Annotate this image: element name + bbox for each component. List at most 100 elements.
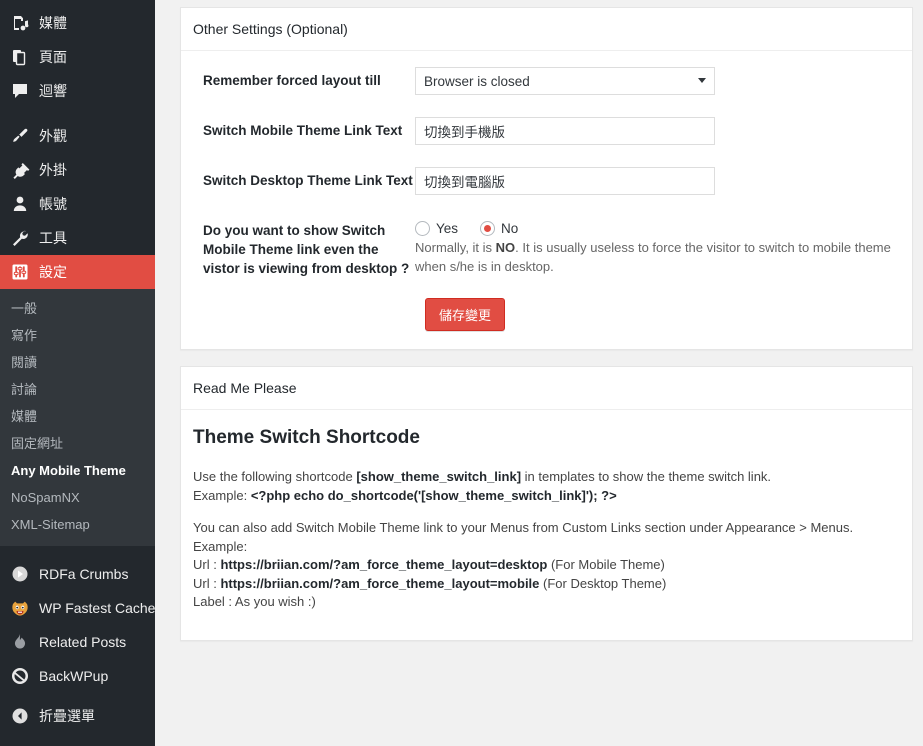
settings-submenu: 一般 寫作 閱讀 討論 媒體 固定網址 Any Mobile Theme NoS… bbox=[0, 289, 155, 546]
remember-layout-label: Remember forced layout till bbox=[203, 73, 381, 88]
sidebar-item-wp-fastest-cache[interactable]: WP Fastest Cache bbox=[0, 591, 155, 625]
play-circle-icon bbox=[10, 564, 30, 584]
comments-icon bbox=[10, 81, 30, 101]
sidebar-item-label: Related Posts bbox=[39, 634, 127, 650]
sidebar-separator-2 bbox=[0, 546, 155, 557]
shortcode-code: [show_theme_switch_link] bbox=[356, 469, 522, 484]
sidebar-group-admin: 外觀 外掛 帳號 工具 設定 bbox=[0, 119, 163, 289]
sidebar-item-appearance[interactable]: 外觀 bbox=[0, 119, 155, 153]
sidebar-item-label: 工具 bbox=[39, 230, 67, 246]
radio-no-label: No bbox=[501, 221, 519, 236]
media-icon bbox=[10, 13, 30, 33]
sidebar-group-content: 媒體 頁面 迴響 bbox=[0, 6, 155, 108]
mobile-link-text-label: Switch Mobile Theme Link Text bbox=[203, 123, 403, 138]
shortcode-text-a: Use the following shortcode bbox=[193, 469, 357, 484]
show-switch-link-label: Do you want to show Switch Mobile Theme … bbox=[203, 223, 410, 276]
backwpup-icon bbox=[10, 666, 30, 686]
show-switch-radio-group: Yes No bbox=[415, 217, 900, 236]
sidebar-item-pages[interactable]: 頁面 bbox=[0, 40, 155, 74]
collapse-menu-button[interactable]: 折疊選單 bbox=[0, 699, 155, 733]
appearance-brush-icon bbox=[10, 126, 30, 146]
submenu-item-permalinks[interactable]: 固定網址 bbox=[0, 430, 155, 457]
sidebar-item-media[interactable]: 媒體 bbox=[0, 6, 155, 40]
sidebar-item-label: WP Fastest Cache bbox=[39, 600, 156, 616]
form-row-show-switch-link: Do you want to show Switch Mobile Theme … bbox=[193, 215, 900, 278]
sidebar-item-rdfa-crumbs[interactable]: RDFa Crumbs bbox=[0, 557, 155, 591]
submenu-item-reading[interactable]: 閱讀 bbox=[0, 349, 155, 376]
plugins-plug-icon bbox=[10, 160, 30, 180]
sidebar-item-users[interactable]: 帳號 bbox=[0, 187, 155, 221]
shortcode-paragraph: Use the following shortcode [show_theme_… bbox=[193, 468, 900, 505]
submenu-item-general[interactable]: 一般 bbox=[0, 295, 155, 322]
sidebar-item-label: 媒體 bbox=[39, 15, 67, 31]
desc-bold: NO bbox=[495, 240, 516, 255]
collapse-menu-label: 折疊選單 bbox=[39, 708, 95, 724]
url-2-value: https://briian.com/?am_force_theme_layou… bbox=[220, 575, 540, 591]
radio-yes-label: Yes bbox=[436, 221, 459, 236]
tiger-icon bbox=[10, 598, 30, 618]
desc-part-1: Normally, it is bbox=[415, 240, 496, 255]
pages-icon bbox=[10, 47, 30, 67]
menus-paragraph: You can also add Switch Mobile Theme lin… bbox=[193, 519, 900, 612]
form-row-mobile-link-text: Switch Mobile Theme Link Text bbox=[193, 115, 900, 145]
admin-sidebar: 媒體 頁面 迴響 外觀 外掛 帳號 工具 設定 一般 寫作 閱讀 討論 媒體 固… bbox=[0, 0, 163, 746]
settings-sliders-icon bbox=[10, 262, 30, 282]
shortcode-text-b: in templates to show the theme switch li… bbox=[521, 469, 772, 484]
submenu-item-discussion[interactable]: 討論 bbox=[0, 376, 155, 403]
menus-text-line1: You can also add Switch Mobile Theme lin… bbox=[193, 520, 854, 535]
mobile-link-text-input[interactable] bbox=[415, 117, 715, 145]
sidebar-item-label: 迴響 bbox=[39, 83, 67, 99]
url-1-prefix: Url : bbox=[193, 557, 221, 572]
shortcode-example-code: <?php echo do_shortcode('[show_theme_swi… bbox=[250, 487, 617, 503]
menus-example-label: Example: bbox=[193, 538, 248, 554]
submenu-item-xml-sitemap[interactable]: XML-Sitemap bbox=[0, 511, 155, 538]
submenu-item-writing[interactable]: 寫作 bbox=[0, 322, 155, 349]
sidebar-item-label: 外掛 bbox=[39, 162, 67, 178]
sidebar-item-label: 設定 bbox=[39, 264, 67, 280]
url-1-value: https://briian.com/?am_force_theme_layou… bbox=[220, 557, 548, 572]
sidebar-group-plugins: RDFa Crumbs WP Fastest Cache Related Pos… bbox=[0, 557, 155, 693]
submenu-item-media[interactable]: 媒體 bbox=[0, 403, 155, 430]
flame-icon bbox=[10, 632, 30, 652]
sidebar-item-plugins[interactable]: 外掛 bbox=[0, 153, 155, 187]
sidebar-separator bbox=[0, 108, 155, 119]
other-settings-title: Other Settings (Optional) bbox=[181, 8, 912, 51]
sidebar-item-related-posts[interactable]: Related Posts bbox=[0, 625, 155, 659]
desktop-link-text-input[interactable] bbox=[415, 167, 715, 195]
sidebar-item-tools[interactable]: 工具 bbox=[0, 221, 155, 255]
sidebar-item-label: 帳號 bbox=[39, 196, 67, 212]
submenu-item-any-mobile-theme[interactable]: Any Mobile Theme bbox=[0, 457, 155, 484]
url-1-suffix: (For Mobile Theme) bbox=[547, 557, 665, 572]
sidebar-item-backwpup[interactable]: BackWPup bbox=[0, 659, 155, 693]
radio-option-yes[interactable]: Yes bbox=[415, 221, 458, 236]
url-2-prefix: Url : bbox=[193, 575, 221, 591]
sidebar-item-label: 頁面 bbox=[39, 49, 67, 65]
remember-layout-select[interactable]: Browser is closed bbox=[415, 67, 715, 95]
desktop-link-text-label: Switch Desktop Theme Link Text bbox=[203, 173, 413, 188]
form-row-remember-layout: Remember forced layout till Browser is c… bbox=[193, 65, 900, 95]
sidebar-item-comments[interactable]: 迴響 bbox=[0, 74, 155, 108]
main-content: Other Settings (Optional) Remember force… bbox=[155, 0, 923, 746]
radio-no-indicator[interactable] bbox=[480, 221, 496, 236]
other-settings-panel: Other Settings (Optional) Remember force… bbox=[180, 7, 913, 350]
sidebar-item-label: RDFa Crumbs bbox=[39, 566, 129, 582]
read-me-title: Read Me Please bbox=[181, 367, 912, 410]
collapse-arrow-icon bbox=[10, 706, 30, 726]
tools-wrench-icon bbox=[10, 228, 30, 248]
radio-option-no[interactable]: No bbox=[480, 221, 518, 236]
theme-switch-shortcode-heading: Theme Switch Shortcode bbox=[193, 427, 420, 448]
remember-layout-select-wrap: Browser is closed bbox=[415, 67, 715, 95]
form-row-desktop-link-text: Switch Desktop Theme Link Text bbox=[193, 165, 900, 195]
sidebar-item-label: 外觀 bbox=[39, 128, 67, 144]
label-line: Label : As you wish :) bbox=[193, 594, 316, 609]
sidebar-item-label: BackWPup bbox=[39, 668, 109, 684]
read-me-body: Theme Switch Shortcode Use the following… bbox=[181, 410, 912, 640]
users-icon bbox=[10, 194, 30, 214]
sidebar-item-settings[interactable]: 設定 bbox=[0, 255, 163, 289]
submenu-item-nospamnx[interactable]: NoSpamNX bbox=[0, 484, 155, 511]
save-changes-button[interactable]: 儲存變更 bbox=[425, 298, 506, 331]
radio-yes-indicator[interactable] bbox=[415, 221, 430, 236]
shortcode-example-label: Example: bbox=[193, 487, 251, 503]
url-2-suffix: (For Desktop Theme) bbox=[539, 575, 667, 591]
show-switch-description: Normally, it is NO. It is usually useles… bbox=[415, 238, 895, 276]
